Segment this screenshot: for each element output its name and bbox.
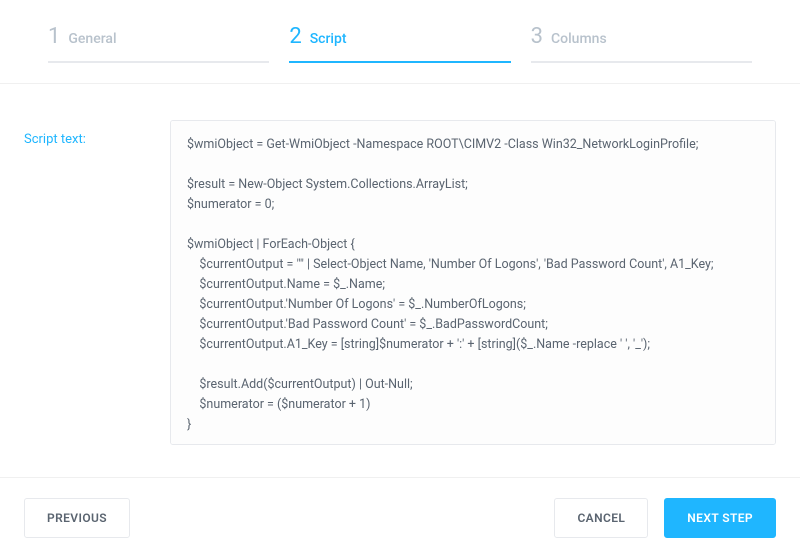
script-text-input[interactable] bbox=[170, 120, 776, 445]
content-area: Script text: bbox=[0, 84, 800, 445]
step-number: 2 bbox=[289, 24, 301, 49]
wizard-container: 1 General 2 Script 3 Columns Script text… bbox=[0, 0, 800, 558]
step-underline bbox=[289, 61, 510, 63]
step-label: Columns bbox=[551, 31, 607, 47]
footer-right: CANCEL NEXT STEP bbox=[554, 498, 776, 538]
cancel-button[interactable]: CANCEL bbox=[554, 498, 648, 538]
step-number: 3 bbox=[531, 24, 543, 49]
next-step-button[interactable]: NEXT STEP bbox=[664, 498, 776, 538]
step-label: Script bbox=[310, 31, 347, 47]
steps-bar: 1 General 2 Script 3 Columns bbox=[0, 0, 800, 84]
step-underline bbox=[48, 61, 269, 63]
step-script[interactable]: 2 Script bbox=[289, 24, 510, 63]
step-columns[interactable]: 3 Columns bbox=[531, 24, 752, 63]
step-general[interactable]: 1 General bbox=[48, 24, 269, 63]
script-text-label: Script text: bbox=[24, 120, 154, 445]
step-underline bbox=[531, 61, 752, 63]
step-number: 1 bbox=[48, 24, 60, 49]
footer-bar: PREVIOUS CANCEL NEXT STEP bbox=[0, 477, 800, 558]
step-label: General bbox=[68, 31, 116, 47]
previous-button[interactable]: PREVIOUS bbox=[24, 498, 130, 538]
